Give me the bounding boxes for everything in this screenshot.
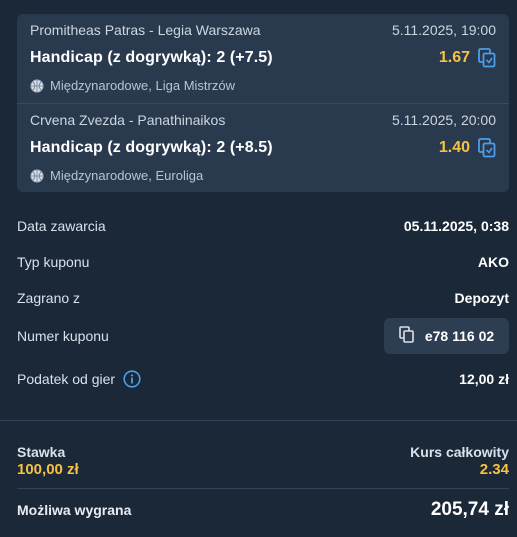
event-market: Handicap (z dogrywką): 2 (+7.5)	[30, 49, 273, 66]
basketball-icon	[30, 78, 44, 93]
stake-value: 100,00 zł	[17, 461, 79, 478]
detail-row-tax: Podatek od gier 12,00 zł	[17, 356, 509, 402]
played-value: Depozyt	[454, 290, 509, 306]
copy-odds-icon[interactable]	[478, 138, 496, 158]
info-icon[interactable]	[123, 370, 141, 388]
detail-row-played: Zagrano z Depozyt	[17, 280, 509, 316]
event-odds: 1.67	[438, 49, 470, 66]
event-item[interactable]: Promitheas Patras - Legia Warszawa 5.11.…	[17, 14, 509, 103]
possible-win-label: Możliwa wygrana	[17, 502, 132, 518]
copy-odds-icon[interactable]	[478, 48, 496, 68]
copy-ticket-number-button[interactable]: e78 116 02	[384, 318, 509, 354]
possible-win-row: Możliwa wygrana 205,74 zł	[17, 499, 509, 521]
event-league: Międzynarodowe, Liga Mistrzów	[50, 78, 235, 93]
type-label: Typ kuponu	[17, 254, 90, 270]
event-item[interactable]: Crvena Zvezda - Panathinaikos 5.11.2025,…	[17, 103, 509, 192]
date-value: 05.11.2025, 0:38	[403, 218, 509, 234]
ticket-label: Numer kuponu	[17, 328, 109, 344]
event-market: Handicap (z dogrywką): 2 (+8.5)	[30, 139, 273, 156]
total-odds-label: Kurs całkowity	[410, 444, 509, 460]
detail-row-ticket: Numer kuponu e78 116 02	[17, 316, 509, 356]
ticket-details: Data zawarcia 05.11.2025, 0:38 Typ kupon…	[17, 208, 509, 402]
event-teams: Promitheas Patras - Legia Warszawa	[30, 22, 261, 38]
event-league: Międzynarodowe, Euroliga	[50, 168, 204, 183]
summary-divider	[17, 488, 509, 489]
section-divider	[0, 420, 517, 421]
detail-row-type: Typ kuponu AKO	[17, 244, 509, 280]
event-datetime: 5.11.2025, 19:00	[391, 22, 496, 38]
date-label: Data zawarcia	[17, 218, 106, 234]
tax-label: Podatek od gier	[17, 371, 116, 387]
tax-value: 12,00 zł	[459, 371, 509, 387]
detail-row-date: Data zawarcia 05.11.2025, 0:38	[17, 208, 509, 244]
event-teams: Crvena Zvezda - Panathinaikos	[30, 112, 226, 128]
stake-label: Stawka	[17, 444, 66, 460]
played-label: Zagrano z	[17, 290, 81, 306]
basketball-icon	[30, 168, 44, 183]
copy-icon	[399, 325, 415, 347]
events-card: Promitheas Patras - Legia Warszawa 5.11.…	[17, 14, 509, 192]
event-datetime: 5.11.2025, 20:00	[391, 112, 496, 128]
possible-win-value: 205,74 zł	[430, 499, 509, 520]
stake-summary: Stawka 100,00 zł Kurs całkowity 2.34	[17, 444, 509, 478]
ticket-number: e78 116 02	[424, 328, 495, 344]
type-value: AKO	[477, 254, 509, 270]
event-odds: 1.40	[438, 139, 470, 156]
total-odds-value: 2.34	[479, 461, 509, 478]
